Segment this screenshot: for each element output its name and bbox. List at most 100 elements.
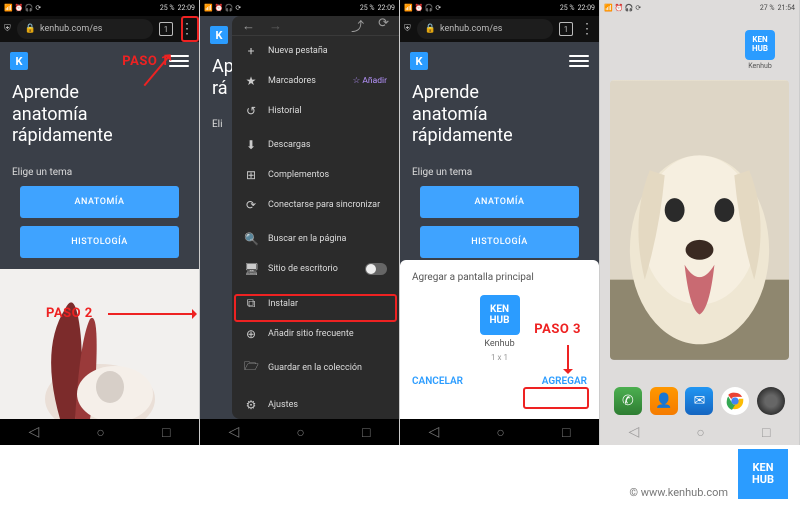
lock-icon: 🔒 — [425, 24, 436, 34]
status-icons: 📶 ⏰ 🎧 ⟳ — [4, 4, 41, 12]
menu-item-find[interactable]: 🔍Buscar en la página — [232, 224, 399, 254]
nav-back[interactable]: ◁ — [229, 424, 240, 440]
paso2-label: PASO 2 — [46, 306, 93, 321]
dialog-app-dim: 1 x 1 — [491, 353, 508, 362]
add-bookmark-link[interactable]: ☆ Añadir — [353, 76, 387, 86]
nav-home[interactable]: ○ — [696, 424, 704, 441]
dialog-app-icon: KEN HUB — [480, 295, 520, 335]
url-text: kenhub.com/es — [40, 24, 102, 34]
collection-icon: 🗁 — [244, 357, 258, 378]
android-nav-bar: ◁ ○ □ — [600, 419, 799, 445]
menu-item-history[interactable]: ↺Historial — [232, 96, 399, 126]
page-subhead: Elige un tema — [400, 157, 599, 186]
more-menu-button[interactable]: ⋮ — [579, 22, 595, 36]
add-topsite-icon: ⊕ — [244, 327, 258, 341]
anatomy-button[interactable]: ANATOMÍA — [20, 186, 179, 218]
phone-app-icon[interactable]: ✆ — [614, 387, 642, 415]
menu-item-bookmarks[interactable]: ★Marcadores☆ Añadir — [232, 66, 399, 96]
android-nav-bar: ◁ ○ □ — [0, 419, 199, 445]
nav-recent[interactable]: □ — [762, 424, 770, 441]
dialog-app-name: Kenhub — [484, 339, 514, 349]
desktop-site-toggle[interactable] — [365, 263, 387, 275]
more-menu-button[interactable]: ⋮ — [179, 22, 195, 36]
copyright-text: © www.kenhub.com — [629, 486, 728, 499]
chrome-app-icon[interactable] — [721, 387, 749, 415]
hamburger-menu-icon[interactable] — [569, 55, 589, 67]
menu-forward-icon: → — [269, 18, 282, 34]
status-icons: 📶 ⏰ 🎧 ⟳ — [404, 4, 441, 12]
menu-item-install[interactable]: ⧉Instalar — [232, 288, 399, 319]
screenshot-step-3: 📶 ⏰ 🎧 ⟳ 25 %22:09 ⛨ 🔒 kenhub.com/es 1 ⋮ … — [400, 0, 599, 445]
menu-item-new-tab[interactable]: +Nueva pestaña — [232, 36, 399, 66]
screenshot-step-1: 📶 ⏰ 🎧 ⟳ 25 % 22:09 ⛨ 🔒 kenhub.com/es 1 ⋮… — [0, 0, 199, 445]
browser-url-bar: ⛨ 🔒 kenhub.com/es 1 ⋮ — [400, 16, 599, 42]
status-bar: 📶 ⏰ 🎧 ⟳ 25 %22:09 — [400, 0, 599, 16]
android-nav-bar: ◁ ○ □ — [400, 419, 599, 445]
share-icon[interactable]: ⤴ — [351, 16, 364, 35]
nav-back[interactable]: ◁ — [429, 424, 440, 440]
download-icon: ⬇ — [244, 138, 258, 152]
nav-recent[interactable]: □ — [162, 424, 170, 441]
installed-app-icon[interactable]: KEN HUB Kenhub — [745, 30, 775, 70]
lock-icon: 🔒 — [25, 24, 36, 34]
gear-icon: ⚙ — [244, 398, 258, 412]
add-to-homescreen-dialog: Agregar a pantalla principal KEN HUB Ken… — [400, 260, 599, 419]
addons-icon: ⊞ — [244, 168, 258, 182]
screenshot-step-2: 📶 ⏰ 🎧 ⟳ 25 %22:09 K Ap rá Eli ◁ ○ □ ← → … — [200, 0, 399, 445]
paso3-arrow — [567, 345, 569, 373]
reload-icon[interactable]: ⟳ — [378, 16, 389, 35]
app-dock: ✆ 👤 ✉ — [600, 387, 799, 415]
menu-item-settings[interactable]: ⚙Ajustes — [232, 390, 399, 420]
star-icon: ★ — [244, 74, 258, 88]
histology-button[interactable]: HISTOLOGÍA — [20, 226, 179, 258]
messages-app-icon[interactable]: ✉ — [685, 387, 713, 415]
kenhub-logo: K — [210, 26, 228, 44]
paso2-arrow — [108, 313, 196, 315]
ffmenu-toolbar: ← → ⤴ ⟳ — [232, 16, 399, 36]
browser-url-bar: ⛨ 🔒 kenhub.com/es 1 ⋮ — [0, 16, 199, 42]
url-field[interactable]: 🔒 kenhub.com/es — [417, 19, 553, 39]
history-icon: ↺ — [244, 104, 258, 118]
contacts-app-icon[interactable]: 👤 — [650, 387, 678, 415]
status-bar: 📶 ⏰ 🎧 ⟳ 25 % 22:09 — [0, 0, 199, 16]
nav-home[interactable]: ○ — [296, 424, 304, 441]
page-subhead: Elige un tema — [0, 157, 199, 186]
nav-back[interactable]: ◁ — [29, 424, 40, 440]
nav-recent[interactable]: □ — [562, 424, 570, 441]
anatomy-illustration — [0, 269, 199, 419]
page-headline: Aprende anatomía rápidamente — [0, 76, 170, 157]
nav-home[interactable]: ○ — [96, 424, 104, 441]
android-nav-bar: ◁ ○ □ — [200, 419, 399, 445]
tab-count[interactable]: 1 — [159, 22, 173, 36]
screenshot-homescreen: 📶 ⏰ 🎧 ⟳ 27 %21:54 KEN HUB Kenhub — [600, 0, 799, 445]
histology-button[interactable]: HISTOLOGÍA — [420, 226, 579, 258]
status-time: 22:09 — [178, 4, 195, 12]
menu-item-addons[interactable]: ⊞Complementos — [232, 160, 399, 190]
webpage-content: K Aprende anatomía rápidamente Elige un … — [0, 42, 199, 419]
camera-app-icon[interactable] — [757, 387, 785, 415]
shield-icon: ⛨ — [404, 24, 411, 34]
nav-recent[interactable]: □ — [362, 424, 370, 441]
menu-item-sync[interactable]: ⟳Conectarse para sincronizar — [232, 190, 399, 220]
wallpaper-photo — [610, 80, 789, 360]
menu-item-add-top-site[interactable]: ⊕Añadir sitio frecuente — [232, 319, 399, 349]
menu-item-downloads[interactable]: ⬇Descargas — [232, 130, 399, 160]
menu-back-icon[interactable]: ← — [242, 18, 255, 34]
menu-item-desktop-site[interactable]: 🖥Sitio de escritorio — [232, 254, 399, 284]
nav-back[interactable]: ◁ — [629, 424, 640, 440]
anatomy-button[interactable]: ANATOMÍA — [420, 186, 579, 218]
dialog-cancel-button[interactable]: CANCELAR — [412, 376, 463, 387]
plus-icon: + — [244, 44, 258, 58]
kenhub-logo: K — [410, 52, 428, 70]
url-field[interactable]: 🔒 kenhub.com/es — [17, 19, 153, 39]
tab-count[interactable]: 1 — [559, 22, 573, 36]
status-icons: 📶 ⏰ 🎧 ⟳ — [204, 4, 241, 12]
nav-home[interactable]: ○ — [496, 424, 504, 441]
status-bar: 📶 ⏰ 🎧 ⟳ 27 %21:54 — [600, 0, 799, 16]
page-headline: Aprende anatomía rápidamente — [400, 76, 570, 157]
firefox-menu-panel: ← → ⤴ ⟳ +Nueva pestaña ★Marcadores☆ Añad… — [232, 16, 399, 419]
battery-text: 25 % — [160, 4, 175, 12]
menu-item-save-collection[interactable]: 🗁Guardar en la colección — [232, 349, 399, 386]
shield-icon: ⛨ — [4, 24, 11, 34]
kenhub-logo[interactable]: K — [10, 52, 28, 70]
